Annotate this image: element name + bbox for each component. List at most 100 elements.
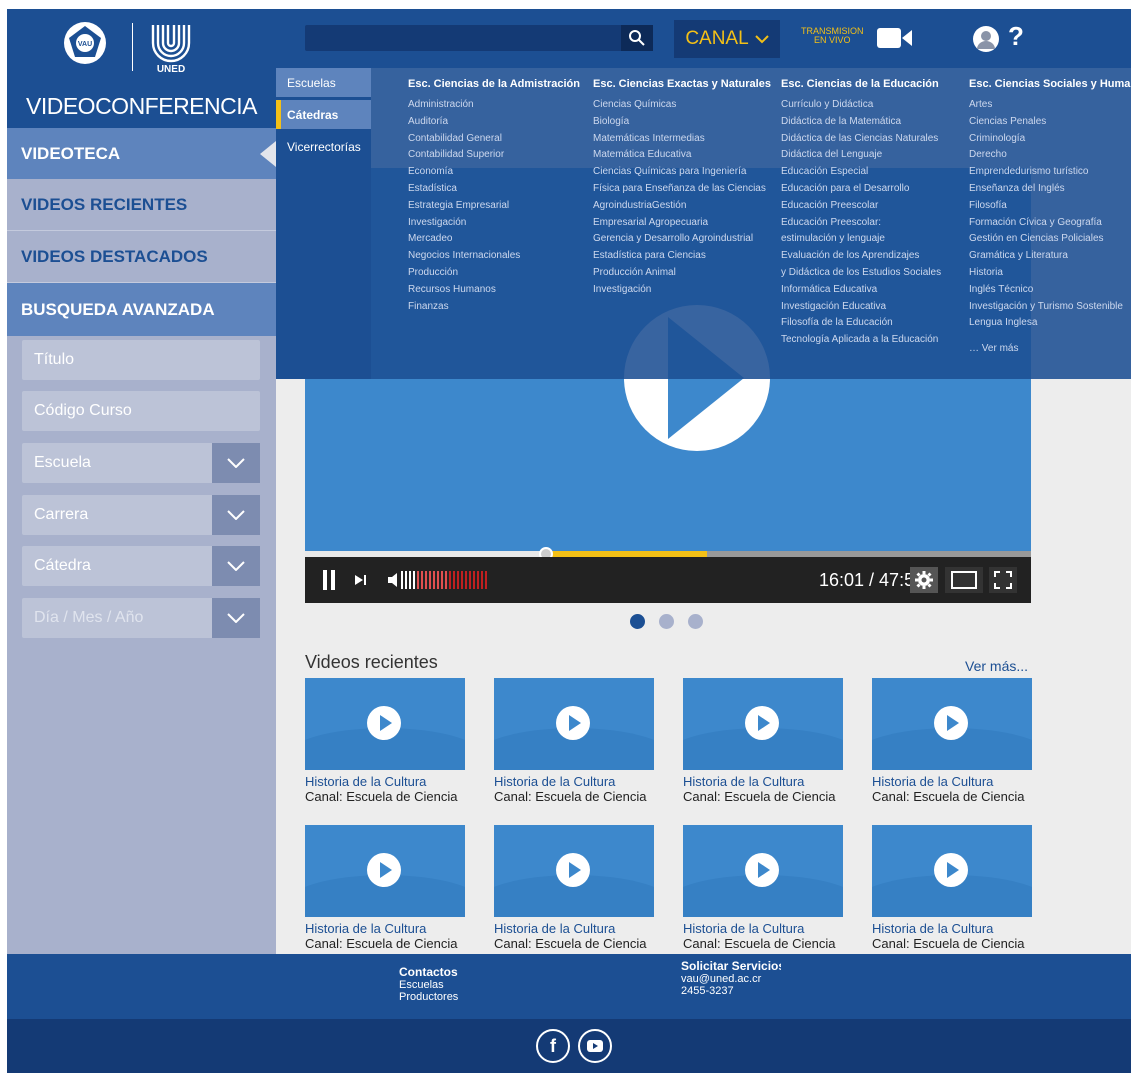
video-thumbnail[interactable] [494,678,654,770]
mega-menu-item[interactable]: Enseñanza del Inglés [969,181,1131,198]
nav-busqueda-avanzada[interactable]: BUSQUEDA AVANZADA [7,283,276,336]
video-thumbnail[interactable] [305,678,465,770]
chevron-down-icon[interactable] [212,546,260,586]
fecha-select[interactable]: Día / Mes / Año [22,598,260,638]
facebook-icon[interactable]: f [536,1029,570,1063]
help-icon[interactable]: ? [1008,21,1024,52]
video-title[interactable]: Historia de la Cultura [872,921,1032,936]
mega-menu-item[interactable]: Contabilidad General [408,131,580,148]
user-avatar-icon[interactable] [972,25,1000,53]
mega-menu-item[interactable]: Emprendedurismo turístico [969,164,1131,181]
video-title[interactable]: Historia de la Cultura [494,774,654,789]
carousel-dot[interactable] [688,614,703,629]
mega-col-header[interactable]: Esc. Ciencias Exactas y Naturales [593,78,771,90]
video-card[interactable]: Historia de la Cultura Canal: Escuela de … [683,678,843,804]
mega-menu-item[interactable]: Filosofía de la Educación [781,315,941,332]
canal-dropdown[interactable]: CANAL [674,20,780,58]
theater-mode-button[interactable] [945,567,983,593]
mega-menu-item[interactable]: Tecnología Aplicada a la Educación [781,332,941,349]
video-title[interactable]: Historia de la Cultura [494,921,654,936]
video-card[interactable]: Historia de la Cultura Canal: Escuela de … [305,825,465,951]
mega-menu-item[interactable]: Investigación Educativa [781,299,941,316]
mega-menu-item[interactable]: Ciencias Químicas para Ingeniería [593,164,771,181]
mega-menu-item[interactable]: Empresarial Agropecuaria [593,215,771,232]
footer-email[interactable]: vau@uned.ac.cr [681,973,781,985]
mega-menu-item[interactable]: Economía [408,164,580,181]
mega-menu-item[interactable]: Educación Preescolar [781,198,941,215]
nav-videos-recientes[interactable]: VIDEOS RECIENTES [7,179,276,231]
mega-menu-item[interactable]: Didáctica de las Ciencias Naturales [781,131,941,148]
mega-menu-item[interactable]: Criminología [969,131,1131,148]
escuela-select[interactable]: Escuela [22,443,260,483]
mega-col-header[interactable]: Esc. Ciencias Sociales y Humanidades [969,78,1131,90]
volume-icon[interactable] [387,569,499,591]
video-camera-icon[interactable] [876,26,914,50]
transmision-en-vivo-link[interactable]: TRANSMISION EN VIVO [801,27,864,45]
mega-menu-item[interactable]: Inglés Técnico [969,282,1131,299]
settings-button[interactable] [910,567,938,593]
mega-menu-item[interactable]: Informática Educativa [781,282,941,299]
carousel-dot[interactable] [630,614,645,629]
fullscreen-button[interactable] [989,567,1017,593]
mega-menu-item[interactable]: Educación Especial [781,164,941,181]
search-input[interactable] [305,25,653,51]
mega-col-header[interactable]: Esc. Ciencias de la Admistración [408,78,580,90]
skip-next-icon[interactable] [354,574,368,586]
mega-menu-item[interactable]: Estadística [408,181,580,198]
mega-menu-item[interactable]: Didáctica de la Matemática [781,114,941,131]
mega-menu-item[interactable]: Investigación [408,215,580,232]
video-thumbnail[interactable] [683,825,843,917]
mega-menu-item[interactable]: Estrategia Empresarial [408,198,580,215]
mega-menu-item[interactable]: Física para Enseñanza de las Ciencias [593,181,771,198]
mega-menu-item[interactable]: Biología [593,114,771,131]
video-title[interactable]: Historia de la Cultura [305,774,465,789]
mega-menu-item[interactable]: y Didáctica de los Estudios Sociales [781,265,941,282]
video-title[interactable]: Historia de la Cultura [683,774,843,789]
mega-menu-item[interactable]: Filosofía [969,198,1131,215]
mega-menu-item[interactable]: Currículo y Didáctica [781,97,941,114]
mega-menu-item[interactable]: Contabilidad Superior [408,147,580,164]
tab-catedras[interactable]: Cátedras [276,100,371,129]
chevron-down-icon[interactable] [212,495,260,535]
mega-menu-item[interactable]: Investigación y Turismo Sostenible [969,299,1131,316]
mega-menu-item[interactable]: Formación Cívica y Geografía [969,215,1131,232]
mega-menu-item[interactable]: Evaluación de los Aprendizajes [781,248,941,265]
video-title[interactable]: Historia de la Cultura [872,774,1032,789]
mega-menu-ver-mas[interactable]: … Ver más [969,341,1131,358]
video-card[interactable]: Historia de la Cultura Canal: Escuela de … [872,678,1032,804]
video-card[interactable]: Historia de la Cultura Canal: Escuela de … [683,825,843,951]
mega-menu-item[interactable]: Gramática y Literatura [969,248,1131,265]
codigo-curso-field[interactable]: Código Curso [22,391,260,431]
video-card[interactable]: Historia de la Cultura Canal: Escuela de … [494,678,654,804]
mega-menu-item[interactable]: AgroindustriaGestión [593,198,771,215]
video-thumbnail[interactable] [872,678,1032,770]
nav-videoteca[interactable]: VIDEOTECA [7,128,276,179]
mega-col-header[interactable]: Esc. Ciencias de la Educación [781,78,941,90]
chevron-down-icon[interactable] [212,443,260,483]
footer-servicios-title[interactable]: Solicitar Servicios [681,960,781,972]
nav-videos-destacados[interactable]: VIDEOS DESTACADOS [7,231,276,283]
carrera-select[interactable]: Carrera [22,495,260,535]
mega-menu-item[interactable]: Gerencia y Desarrollo Agroindustrial [593,231,771,248]
video-thumbnail[interactable] [494,825,654,917]
mega-menu-item[interactable]: Artes [969,97,1131,114]
mega-menu-item[interactable]: Educación Preescolar: [781,215,941,232]
footer-link-escuelas[interactable]: Escuelas [399,979,458,991]
mega-menu-item[interactable]: Producción Animal [593,265,771,282]
video-thumbnail[interactable] [683,678,843,770]
mega-menu-item[interactable]: Administración [408,97,580,114]
mega-menu-item[interactable]: Didáctica del Lenguaje [781,147,941,164]
video-card[interactable]: Historia de la Cultura Canal: Escuela de … [872,825,1032,951]
mega-menu-item[interactable]: Ciencias Penales [969,114,1131,131]
mega-menu-item[interactable]: Educación para el Desarrollo [781,181,941,198]
search-button[interactable] [621,25,653,51]
video-thumbnail[interactable] [872,825,1032,917]
mega-menu-item[interactable]: Ciencias Químicas [593,97,771,114]
titulo-field[interactable]: Título [22,340,260,380]
video-title[interactable]: Historia de la Cultura [305,921,465,936]
mega-menu-item[interactable]: Finanzas [408,299,580,316]
tab-escuelas[interactable]: Escuelas [276,68,371,97]
video-card[interactable]: Historia de la Cultura Canal: Escuela de … [494,825,654,951]
chevron-down-icon[interactable] [212,598,260,638]
mega-menu-item[interactable]: Auditoría [408,114,580,131]
